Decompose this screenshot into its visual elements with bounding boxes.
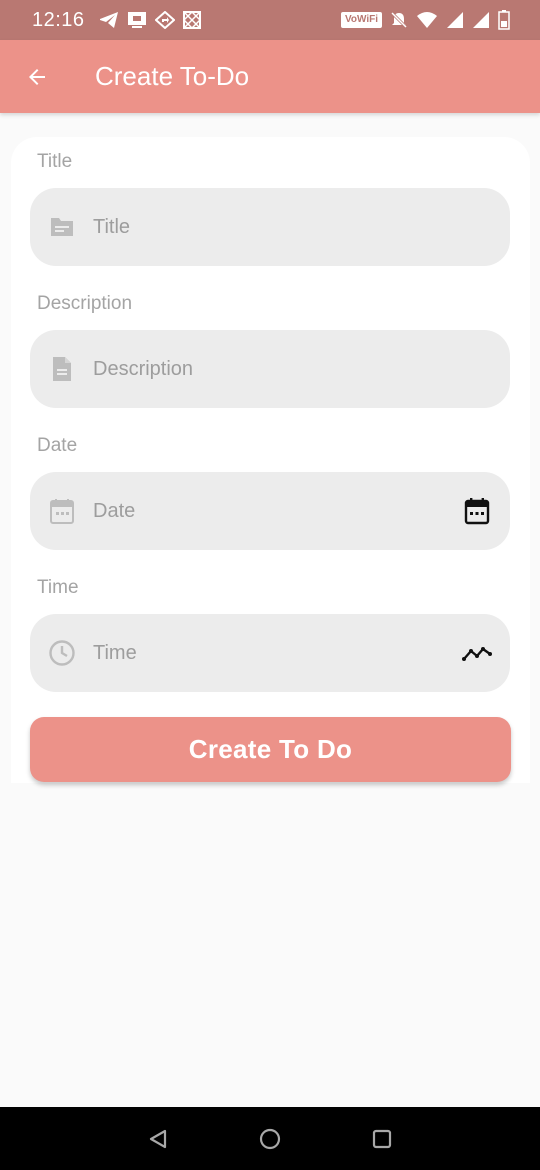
vowifi-badge: VoWiFi [340, 12, 382, 28]
recents-nav-icon[interactable] [370, 1127, 394, 1151]
signal-icon [447, 12, 463, 28]
folder-icon [48, 213, 76, 241]
form-card: Title Title Description Description Date… [11, 137, 530, 783]
title-placeholder: Title [93, 215, 131, 238]
arrow-left-icon [29, 68, 45, 85]
telegram-icon [99, 12, 118, 28]
document-icon [48, 355, 76, 383]
time-placeholder: Time [93, 641, 137, 664]
gallery-icon [182, 11, 201, 29]
signal-icon [473, 12, 489, 28]
description-placeholder: Description [93, 357, 194, 380]
time-input[interactable]: Time [30, 614, 510, 692]
direction-icon [154, 11, 175, 29]
trend-line-icon[interactable] [462, 638, 492, 668]
date-placeholder: Date [93, 499, 136, 522]
calendar-icon [48, 497, 76, 525]
battery-icon [498, 10, 510, 30]
app-bar: Create To-Do [0, 40, 540, 113]
system-nav-bar [0, 1107, 540, 1170]
notification-icons [99, 11, 201, 29]
home-nav-icon[interactable] [258, 1127, 282, 1151]
screen-icon [127, 12, 146, 28]
time-label: Time [37, 577, 79, 598]
system-status-icons: VoWiFi [340, 10, 510, 30]
clock-icon [48, 639, 76, 667]
calendar-icon[interactable] [462, 496, 492, 526]
page-title: Create To-Do [95, 61, 250, 91]
date-label: Date [37, 435, 78, 456]
back-button[interactable] [0, 40, 74, 113]
title-label: Title [37, 151, 73, 172]
description-label: Description [37, 293, 133, 314]
date-input[interactable]: Date [30, 472, 510, 550]
mute-icon [390, 11, 408, 29]
status-bar: 12:16 VoWiFi [0, 0, 540, 40]
status-time: 12:16 [32, 8, 85, 31]
wifi-icon [417, 12, 437, 28]
title-input[interactable]: Title [30, 188, 510, 266]
create-todo-button[interactable]: Create To Do [30, 717, 511, 782]
back-nav-icon[interactable] [146, 1127, 170, 1151]
description-input[interactable]: Description [30, 330, 510, 408]
